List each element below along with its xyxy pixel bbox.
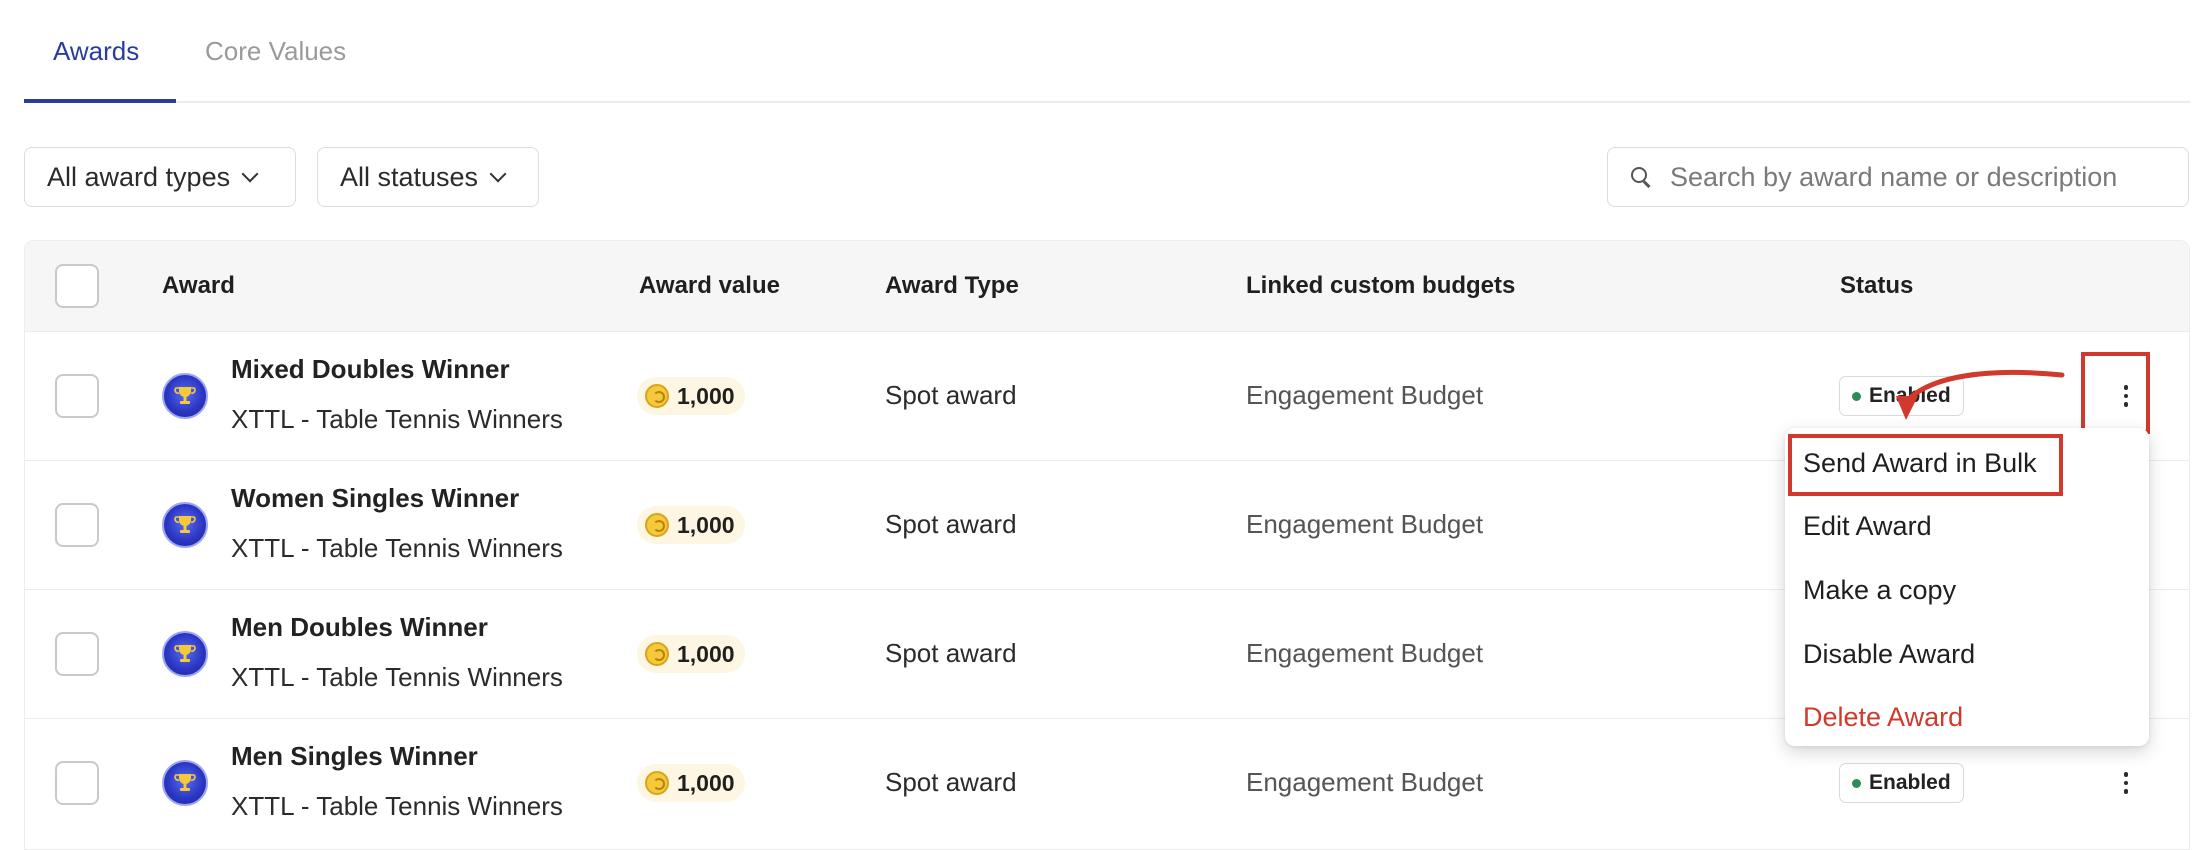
award-type-filter-label: All award types — [47, 161, 231, 192]
linked-budget: Engagement Budget — [1246, 380, 1484, 410]
linked-budget: Engagement Budget — [1246, 767, 1484, 797]
linked-budget: Engagement Budget — [1246, 509, 1484, 539]
header-award[interactable]: Award — [162, 241, 235, 331]
header-award-value[interactable]: Award value — [639, 241, 780, 331]
select-all-checkbox[interactable] — [55, 264, 99, 308]
status-dot-icon — [1852, 778, 1861, 788]
award-value: 1,000 — [677, 640, 735, 667]
chevron-down-icon — [241, 165, 259, 183]
award-value-pill: 1,000 — [637, 764, 745, 802]
active-tab-indicator — [24, 99, 176, 103]
award-name[interactable]: Men Doubles Winner — [231, 612, 488, 643]
trophy-medal-icon — [162, 373, 208, 419]
award-type: Spot award — [885, 638, 1017, 668]
annotation-highlight-kebab — [2081, 352, 2150, 434]
award-name[interactable]: Men Singles Winner — [231, 741, 478, 772]
award-value-pill: 1,000 — [637, 506, 745, 544]
status-badge: Enabled — [1839, 763, 1964, 803]
trophy-medal-icon — [162, 631, 208, 677]
row-checkbox[interactable] — [55, 503, 99, 547]
header-status[interactable]: Status — [1840, 241, 1913, 331]
search-box[interactable] — [1607, 147, 2189, 207]
coin-icon — [645, 771, 669, 795]
coin-icon — [645, 384, 669, 408]
award-group: XTTL - Table Tennis Winners — [231, 662, 563, 692]
annotation-highlight-send-bulk — [1788, 434, 2063, 496]
status-filter-label: All statuses — [340, 161, 479, 192]
award-type: Spot award — [885, 767, 1017, 797]
status-dot-icon — [1852, 391, 1861, 401]
status-label: Enabled — [1869, 771, 1951, 794]
trophy-medal-icon — [162, 760, 208, 806]
award-value-pill: 1,000 — [637, 635, 745, 673]
tab-awards[interactable]: Awards — [53, 0, 139, 103]
award-value: 1,000 — [677, 511, 735, 538]
status-badge: Enabled — [1839, 376, 1964, 416]
coin-icon — [645, 513, 669, 537]
linked-budget: Engagement Budget — [1246, 638, 1484, 668]
row-checkbox[interactable] — [55, 374, 99, 418]
award-type: Spot award — [885, 380, 1017, 410]
award-name[interactable]: Women Singles Winner — [231, 483, 519, 514]
tab-core-values[interactable]: Core Values — [205, 0, 346, 103]
award-name[interactable]: Mixed Doubles Winner — [231, 354, 510, 385]
chevron-down-icon — [489, 165, 507, 183]
menu-item-disable-award[interactable]: Disable Award — [1803, 639, 1975, 670]
award-value: 1,000 — [677, 769, 735, 796]
search-input[interactable] — [1670, 161, 2140, 193]
menu-item-delete-award[interactable]: Delete Award — [1803, 702, 1963, 733]
award-group: XTTL - Table Tennis Winners — [231, 791, 563, 821]
status-label: Enabled — [1869, 384, 1951, 407]
table-header: Award Award value Award Type Linked cust… — [25, 241, 2189, 331]
menu-item-edit-award[interactable]: Edit Award — [1803, 511, 1932, 542]
coin-icon — [645, 642, 669, 666]
header-linked-budgets[interactable]: Linked custom budgets — [1246, 241, 1515, 331]
award-group: XTTL - Table Tennis Winners — [231, 533, 563, 563]
row-checkbox[interactable] — [55, 632, 99, 676]
search-icon — [1630, 166, 1652, 188]
tab-bar: Awards Core Values — [24, 0, 2190, 103]
award-group: XTTL - Table Tennis Winners — [231, 404, 563, 434]
menu-item-make-a-copy[interactable]: Make a copy — [1803, 575, 1956, 606]
award-value: 1,000 — [677, 382, 735, 409]
status-filter[interactable]: All statuses — [317, 147, 539, 207]
row-checkbox[interactable] — [55, 761, 99, 805]
award-value-pill: 1,000 — [637, 377, 745, 415]
award-type-filter[interactable]: All award types — [24, 147, 296, 207]
trophy-medal-icon — [162, 502, 208, 548]
more-actions-button[interactable] — [2111, 759, 2141, 807]
award-type: Spot award — [885, 509, 1017, 539]
header-award-type[interactable]: Award Type — [885, 241, 1019, 331]
